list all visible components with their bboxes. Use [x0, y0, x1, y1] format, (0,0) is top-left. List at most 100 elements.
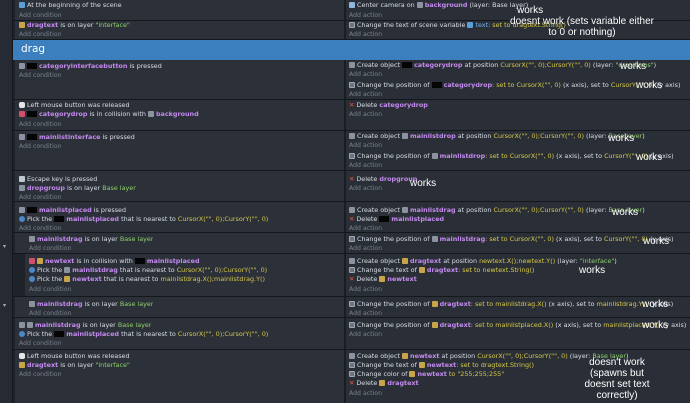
action[interactable]: Create object mainlistdrag at position C… [349, 206, 645, 215]
action[interactable]: Create object dragtext at position newte… [349, 257, 617, 266]
action[interactable]: ✕ Delete newtext [349, 275, 417, 284]
conditions-column[interactable]: mainlistdrag is on layer Base layer Add … [15, 233, 344, 253]
actions-column[interactable]: ✕ Delete dropgroup Add action [346, 171, 690, 201]
conditions-column[interactable]: Left mouse button was released categoryd… [15, 100, 344, 130]
add-action-link[interactable]: Add action [349, 70, 382, 79]
add-action-link[interactable]: Add action [349, 285, 382, 294]
actions-column[interactable]: Change the position of dragtext: set to … [346, 318, 690, 349]
action[interactable]: ✕ Delete mainlistplaced [349, 215, 444, 224]
action[interactable]: Center camera on background (layer: Base… [349, 1, 528, 10]
condition[interactable]: Left mouse button was released [19, 352, 130, 361]
condition[interactable]: dragtext is on layer "interface" [19, 21, 130, 30]
collapse-chevron-icon[interactable]: ▾ [3, 302, 6, 309]
add-condition-link[interactable]: Add condition [19, 30, 62, 39]
add-action-link[interactable]: Add action [349, 224, 382, 233]
action[interactable]: Change the position of categorydrop: set… [349, 81, 680, 90]
add-action-link[interactable]: Add action [349, 110, 382, 119]
conditions-column[interactable]: categoryinterfacebutton is pressed Add c… [15, 60, 344, 99]
add-action-link[interactable]: Add action [349, 141, 382, 150]
actions-column[interactable]: Create object mainlistdrop at position C… [346, 131, 690, 170]
condition[interactable]: Pick the newtext that is nearest to main… [29, 275, 265, 284]
annotation-note: works [636, 80, 663, 91]
action[interactable]: Change the position of dragtext: set to … [349, 321, 686, 330]
condition[interactable]: Escape key is pressed [19, 175, 97, 184]
action[interactable]: ✕ Delete categorydrop [349, 101, 428, 110]
condition[interactable]: mainlistdrag is on layer Base layer [29, 300, 153, 309]
add-action-link[interactable]: Add action [349, 11, 382, 20]
add-condition-link[interactable]: Add condition [29, 244, 72, 253]
add-action-link[interactable]: Add action [349, 184, 382, 193]
add-condition-link[interactable]: Add condition [19, 142, 62, 151]
annotation-note: doesnt work (sets variable either to 0 o… [510, 16, 654, 38]
create-object-icon [349, 258, 355, 264]
conditions-column[interactable]: mainlistplaced is pressed Pick the mainl… [15, 202, 344, 232]
action[interactable]: ✕ Delete dropgroup [349, 175, 417, 184]
conditions-column[interactable]: mainlistdrag is on layer Base layer Pick… [15, 318, 344, 349]
conditions-column[interactable]: mainlistinterface is pressed Add conditi… [15, 131, 344, 170]
event-row[interactable]: mainlistinterface is pressed Add conditi… [13, 131, 690, 171]
add-condition-link[interactable]: Add condition [19, 71, 62, 80]
event-group-header[interactable]: drag [13, 40, 690, 60]
collapse-chevron-icon[interactable]: ▾ [3, 243, 6, 250]
condition[interactable]: mainlistinterface is pressed [19, 133, 135, 142]
event-row[interactable]: mainlistdrag is on layer Base layer Add … [13, 233, 690, 254]
add-action-link[interactable]: Add action [349, 244, 382, 253]
condition[interactable]: mainlistdrag is on layer Base layer [19, 321, 151, 330]
event-row[interactable]: Escape key is pressed dropgroup is on la… [13, 171, 690, 202]
actions-column[interactable]: Change the position of mainlistdrag: set… [346, 233, 690, 253]
condition[interactable]: Left mouse button was released [19, 101, 130, 110]
add-condition-link[interactable]: Add condition [19, 120, 62, 129]
actions-column[interactable]: Create object dragtext at position newte… [346, 254, 690, 296]
add-condition-link[interactable]: Add condition [19, 224, 62, 233]
action[interactable]: Change the position of dragtext: set to … [349, 300, 673, 309]
condition[interactable]: newtext is in collision with mainlistpla… [29, 257, 200, 266]
action[interactable]: Change color of newtext to "255;255;255" [349, 370, 504, 379]
add-action-link[interactable]: Add action [349, 330, 382, 339]
add-action-link[interactable]: Add action [349, 30, 382, 39]
object-icon [416, 2, 423, 8]
add-action-link[interactable]: Add action [349, 389, 382, 398]
actions-column[interactable]: Create object mainlistdrag at position C… [346, 202, 690, 232]
condition[interactable]: dropgroup is on layer Base layer [19, 184, 136, 193]
event-row[interactable]: mainlistplaced is pressed Pick the mainl… [13, 202, 690, 233]
conditions-column[interactable]: newtext is in collision with mainlistpla… [25, 254, 344, 296]
event-row[interactable]: Left mouse button was released categoryd… [13, 100, 690, 131]
add-condition-link[interactable]: Add condition [19, 193, 62, 202]
condition[interactable]: categoryinterfacebutton is pressed [19, 62, 162, 71]
condition[interactable]: mainlistdrag is on layer Base layer [29, 235, 153, 244]
add-action-link[interactable]: Add action [349, 161, 382, 170]
action[interactable]: Create object mainlistdrop at position C… [349, 132, 645, 141]
add-condition-link[interactable]: Add condition [19, 11, 62, 20]
condition[interactable]: categorydrop is in collision with backgr… [19, 110, 199, 119]
object-icon [19, 63, 25, 69]
event-sheet: At the beginning of the scene Add condit… [0, 0, 690, 403]
action[interactable]: Change the position of mainlistdrag: set… [349, 235, 674, 244]
action[interactable]: Change the text of dragtext: set to newt… [349, 266, 534, 275]
conditions-column[interactable]: Left mouse button was released dragtext … [15, 350, 344, 403]
conditions-column[interactable]: At the beginning of the scene Add condit… [15, 0, 344, 20]
event-row[interactable]: mainlistdrag is on layer Base layer Add … [13, 297, 690, 318]
add-action-link[interactable]: Add action [349, 309, 382, 318]
condition[interactable]: dragtext is on layer "interface" [19, 361, 130, 370]
condition[interactable]: Pick the mainlistplaced that is nearest … [19, 215, 268, 224]
action[interactable]: Change the position of mainlistdrop: set… [349, 152, 674, 161]
action[interactable]: Change the text of newtext: set to dragt… [349, 361, 534, 370]
add-condition-link[interactable]: Add condition [19, 370, 62, 379]
action[interactable]: ✕ Delete dragtext [349, 379, 419, 388]
action[interactable]: Create object categorydrop at position C… [349, 61, 656, 70]
condition[interactable]: At the beginning of the scene [19, 1, 122, 10]
actions-column[interactable]: ✕ Delete categorydrop Add action [346, 100, 690, 130]
condition[interactable]: Pick the mainlistplaced that is nearest … [19, 330, 268, 339]
condition[interactable]: Pick the mainlistdrag that is nearest to… [29, 266, 267, 275]
conditions-column[interactable]: dragtext is on layer "interface" Add con… [15, 21, 344, 39]
condition[interactable]: mainlistplaced is pressed [19, 206, 126, 215]
add-condition-link[interactable]: Add condition [29, 309, 72, 318]
add-action-link[interactable]: Add action [349, 90, 382, 99]
conditions-column[interactable]: Escape key is pressed dropgroup is on la… [15, 171, 344, 201]
add-condition-link[interactable]: Add condition [19, 339, 62, 348]
add-condition-link[interactable]: Add condition [29, 285, 72, 294]
event-row[interactable]: categoryinterfacebutton is pressed Add c… [13, 60, 690, 100]
actions-column[interactable]: Change the position of dragtext: set to … [346, 297, 690, 317]
event-row[interactable]: mainlistdrag is on layer Base layer Pick… [13, 318, 690, 350]
conditions-column[interactable]: mainlistdrag is on layer Base layer Add … [15, 297, 344, 317]
